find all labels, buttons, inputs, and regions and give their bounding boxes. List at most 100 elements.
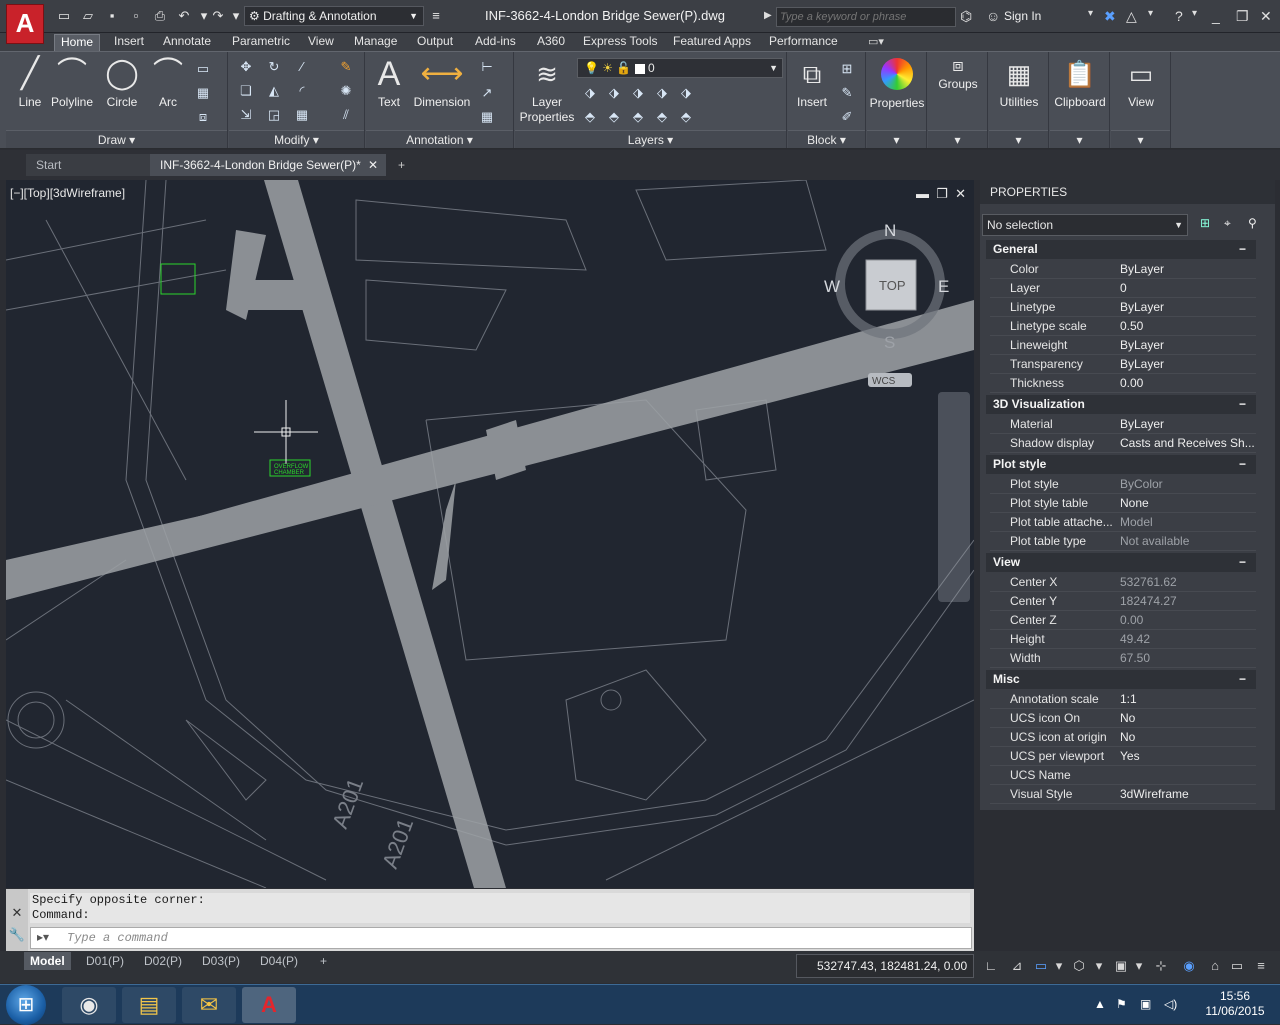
insert-button[interactable]: ⧉ Insert: [790, 56, 834, 110]
utilities-button[interactable]: ▦ Utilities: [989, 56, 1049, 110]
property-row[interactable]: Plot style table None: [990, 494, 1256, 513]
text-button[interactable]: A Text: [368, 56, 410, 110]
minimize-icon[interactable]: _: [1212, 8, 1220, 24]
tab-layout-d03[interactable]: D03(P): [196, 952, 246, 970]
layer-tool-icon[interactable]: ⬘: [581, 108, 599, 126]
layer-tool-icon[interactable]: ⬗: [605, 84, 623, 102]
tab-parametric[interactable]: Parametric: [226, 34, 296, 51]
property-row[interactable]: UCS Name: [990, 766, 1256, 785]
explode-icon[interactable]: ✺: [337, 82, 355, 100]
collapse-icon[interactable]: −: [1239, 670, 1246, 689]
outlook-taskbar-icon[interactable]: ✉: [182, 987, 236, 1023]
autocad-taskbar-icon[interactable]: A: [242, 987, 296, 1023]
dimension-button[interactable]: ⟷ Dimension: [410, 56, 474, 110]
rotate-icon[interactable]: ↻: [265, 58, 283, 76]
layer-tool-icon[interactable]: ⬘: [629, 108, 647, 126]
flag-icon[interactable]: ⚑: [1116, 997, 1127, 1011]
property-row[interactable]: Shadow display Casts and Receives Sh...: [990, 434, 1256, 453]
edit-block-icon[interactable]: ✎: [838, 84, 856, 102]
open-folder-icon[interactable]: ▱: [80, 8, 96, 24]
tab-featured-apps[interactable]: Featured Apps: [667, 34, 757, 51]
start-button[interactable]: ⊞: [6, 985, 46, 1025]
modify-panel-title[interactable]: Modify ▾: [229, 130, 364, 148]
new-file-icon[interactable]: ▭: [56, 8, 72, 24]
3d-osnap-icon[interactable]: ⬡: [1068, 956, 1090, 976]
property-section-header[interactable]: 3D Visualization −: [986, 395, 1256, 414]
tab-layout-d02[interactable]: D02(P): [138, 952, 188, 970]
collapse-icon[interactable]: −: [1239, 395, 1246, 414]
expand-arrow-icon[interactable]: ▶: [764, 10, 772, 21]
property-row[interactable]: Plot table attache... Model: [990, 513, 1256, 532]
layer-tool-icon[interactable]: ⬘: [605, 108, 623, 126]
compass-west[interactable]: W: [824, 277, 840, 296]
help-icon[interactable]: ?: [1175, 8, 1183, 24]
system-clock[interactable]: 15:56 11/06/2015: [1200, 989, 1270, 1019]
line-button[interactable]: ╱ Line: [10, 56, 50, 110]
workspace-selector[interactable]: ⚙ Drafting & Annotation ▼: [244, 6, 424, 26]
navigation-bar[interactable]: [938, 392, 970, 602]
hatch-icon[interactable]: ▦: [194, 84, 212, 102]
draw-panel-title[interactable]: Draw ▾: [6, 130, 227, 148]
layer-tool-icon[interactable]: ⬗: [629, 84, 647, 102]
property-row[interactable]: Plot table type Not available: [990, 532, 1256, 551]
chevron-down-icon[interactable]: ▾: [1128, 956, 1150, 976]
array-icon[interactable]: ▦: [293, 106, 311, 124]
groups-button[interactable]: ⧈ Groups: [928, 56, 988, 92]
property-section-header[interactable]: General −: [986, 240, 1256, 259]
collapse-icon[interactable]: −: [1239, 455, 1246, 474]
property-row[interactable]: Annotation scale 1:1: [990, 690, 1256, 709]
tab-start[interactable]: Start: [26, 154, 150, 176]
chevron-down-icon[interactable]: ▾: [1088, 8, 1093, 19]
properties-panel-expand[interactable]: ▾: [867, 130, 926, 148]
layer-tool-icon[interactable]: ⬘: [653, 108, 671, 126]
property-row[interactable]: Linetype scale 0.50: [990, 317, 1256, 336]
utilities-panel-expand[interactable]: ▾: [989, 130, 1048, 148]
hardware-acceleration-icon[interactable]: ◉: [1178, 956, 1200, 976]
collapse-icon[interactable]: −: [1239, 553, 1246, 572]
volume-icon[interactable]: ◁): [1164, 997, 1177, 1011]
close-tab-icon[interactable]: ✕: [368, 154, 378, 176]
exchange-icon[interactable]: ✖: [1104, 8, 1116, 25]
property-row[interactable]: UCS icon at origin No: [990, 728, 1256, 747]
property-row[interactable]: Color ByLayer: [990, 260, 1256, 279]
drawing-viewport[interactable]: A201 A201 OVERFLOW CHAMBER TOP N S E W W…: [6, 180, 974, 888]
create-block-icon[interactable]: ⊞: [838, 60, 856, 78]
compass-south[interactable]: S: [884, 333, 895, 352]
tab-insert[interactable]: Insert: [108, 34, 150, 51]
tab-performance[interactable]: Performance: [763, 34, 844, 51]
properties-button[interactable]: Properties: [867, 56, 927, 111]
property-row[interactable]: Center Z 0.00: [990, 611, 1256, 630]
arc-button[interactable]: ⌒ Arc: [148, 56, 188, 110]
chrome-taskbar-icon[interactable]: ◉: [62, 987, 116, 1023]
user-icon[interactable]: ☺: [986, 8, 1000, 24]
toggle-pickadd-icon[interactable]: ⊞: [1200, 216, 1210, 230]
command-line-handle[interactable]: ✕ 🔧: [6, 889, 28, 951]
property-row[interactable]: Material ByLayer: [990, 415, 1256, 434]
stretch-icon[interactable]: ⇲: [237, 106, 255, 124]
leader-icon[interactable]: ↗: [478, 84, 496, 102]
scale-icon[interactable]: ◲: [265, 106, 283, 124]
property-row[interactable]: Width 67.50: [990, 649, 1256, 668]
restore-icon[interactable]: ❐: [936, 186, 948, 201]
property-row[interactable]: UCS per viewport Yes: [990, 747, 1256, 766]
property-row[interactable]: Lineweight ByLayer: [990, 336, 1256, 355]
property-row[interactable]: Transparency ByLayer: [990, 355, 1256, 374]
fillet-icon[interactable]: ◜: [293, 82, 311, 100]
annotation-monitor-icon[interactable]: ⊹: [1150, 956, 1172, 976]
tab-model[interactable]: Model: [24, 952, 71, 970]
boundary-icon[interactable]: ⧈: [194, 108, 212, 126]
close-icon[interactable]: ✕: [6, 905, 28, 921]
clipboard-panel-expand[interactable]: ▾: [1050, 130, 1109, 148]
grid-icon[interactable]: ∟: [980, 956, 1002, 976]
chevron-down-icon[interactable]: ▾: [1148, 8, 1153, 19]
save-icon[interactable]: ▪: [104, 8, 120, 24]
tab-output[interactable]: Output: [411, 34, 459, 51]
layer-dropdown[interactable]: 💡 ☀ 🔓 0 ▼: [577, 58, 783, 78]
copy-icon[interactable]: ❏: [237, 82, 255, 100]
binoculars-icon[interactable]: ⌬: [960, 8, 972, 25]
layer-tool-icon[interactable]: ⬗: [581, 84, 599, 102]
close-icon[interactable]: ✕: [955, 186, 966, 201]
rectangle-icon[interactable]: ▭: [194, 60, 212, 78]
tab-manage[interactable]: Manage: [348, 34, 403, 51]
polyline-button[interactable]: ⌒ Polyline: [50, 56, 94, 110]
